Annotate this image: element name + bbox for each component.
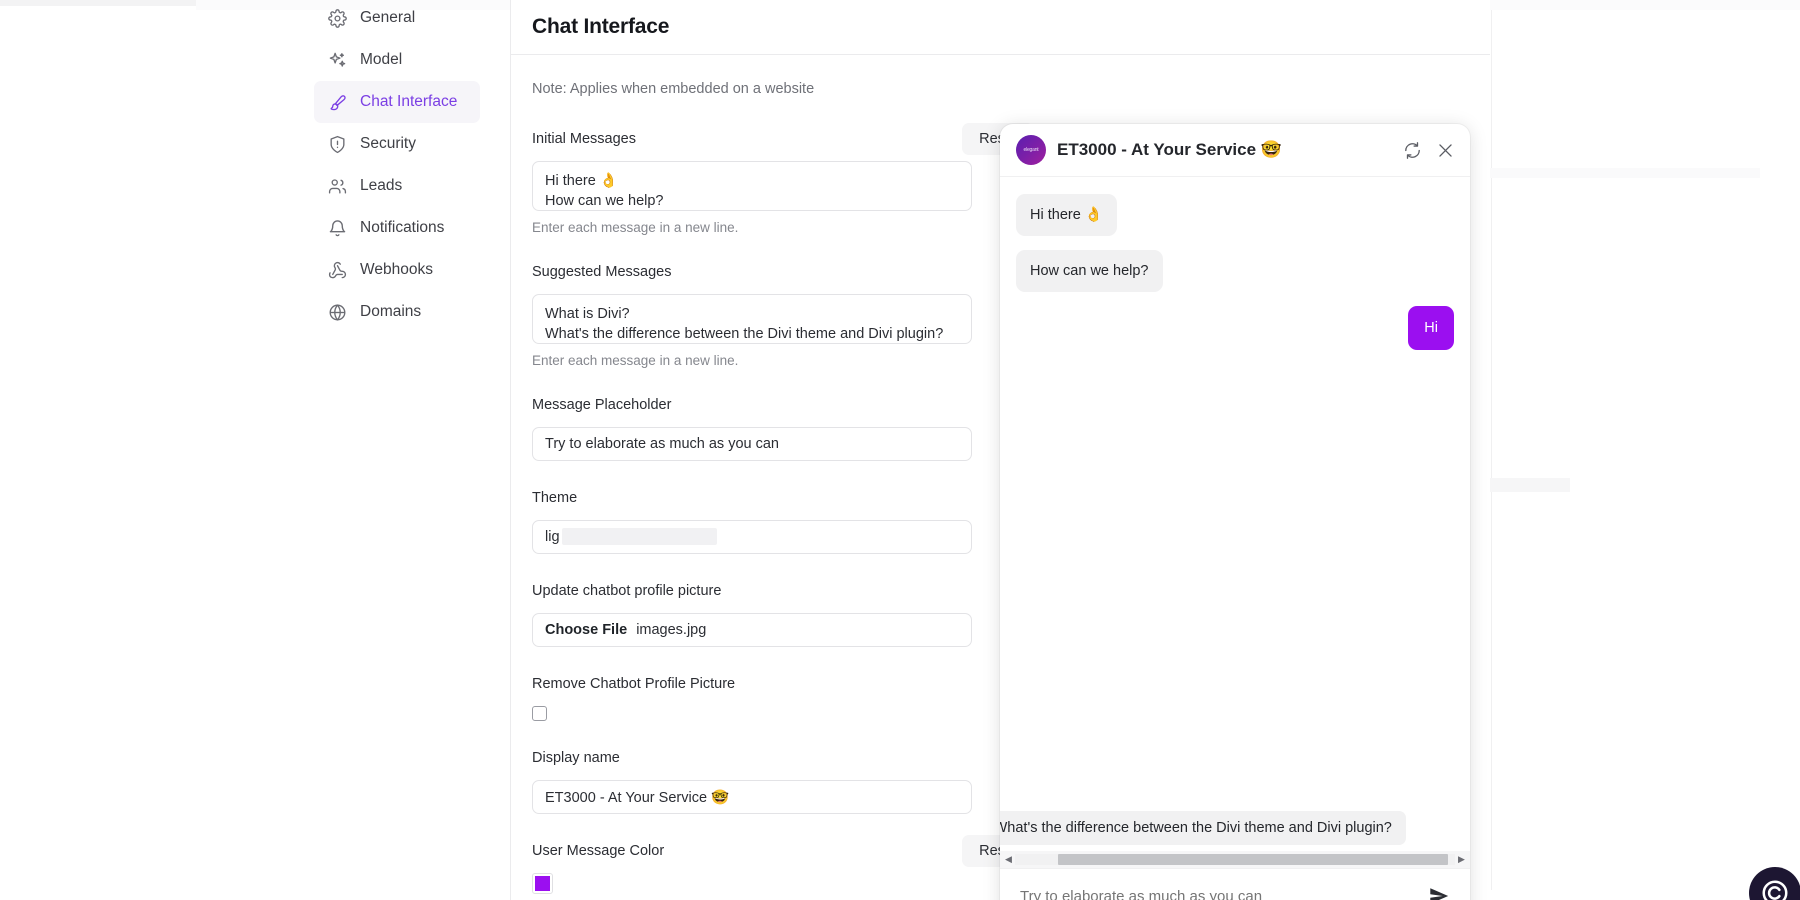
user-message-color-swatch[interactable] bbox=[532, 873, 553, 894]
avatar-text: elegant bbox=[1023, 147, 1038, 153]
suggested-chips-row: What is Divi? What's the difference betw… bbox=[1000, 811, 1470, 851]
suggested-chip[interactable]: What's the difference between the Divi t… bbox=[1000, 811, 1406, 845]
field-label: Suggested Messages bbox=[532, 264, 671, 280]
field-suggested-messages: Suggested Messages What is Divi? What's … bbox=[532, 261, 972, 368]
choose-file-button[interactable]: Choose File bbox=[545, 622, 627, 638]
send-icon[interactable] bbox=[1428, 885, 1452, 900]
scrollbar-thumb[interactable] bbox=[1058, 854, 1448, 865]
bell-icon bbox=[328, 219, 347, 238]
embed-note: Note: Applies when embedded on a website bbox=[532, 81, 1469, 97]
field-header: Initial Messages Reset bbox=[532, 128, 972, 150]
initial-messages-textarea[interactable]: Hi there 👌 How can we help? bbox=[532, 161, 972, 211]
bot-message-bubble: Hi there 👌 bbox=[1016, 194, 1117, 236]
background-strip-top-left bbox=[0, 0, 196, 6]
sidebar-item-leads[interactable]: Leads bbox=[314, 165, 480, 207]
field-header: Display name bbox=[532, 747, 972, 769]
field-label: Message Placeholder bbox=[532, 397, 671, 413]
close-icon[interactable] bbox=[1434, 139, 1456, 161]
sidebar-item-domains[interactable]: Domains bbox=[314, 291, 480, 333]
users-icon bbox=[328, 177, 347, 196]
sidebar-item-label: Webhooks bbox=[360, 261, 433, 279]
sidebar-item-label: Notifications bbox=[360, 219, 444, 237]
sparkles-icon bbox=[328, 51, 347, 70]
field-header: Message Placeholder bbox=[532, 394, 972, 416]
field-profile-picture: Update chatbot profile picture Choose Fi… bbox=[532, 580, 972, 647]
page-title: Chat Interface bbox=[532, 15, 669, 39]
scrollbar-track[interactable] bbox=[1015, 854, 1455, 865]
field-label: Display name bbox=[532, 750, 620, 766]
chat-widget-footer bbox=[1000, 868, 1470, 900]
bot-message-bubble: How can we help? bbox=[1016, 250, 1163, 292]
chat-widget-header: elegant ET3000 - At Your Service 🤓 bbox=[1000, 124, 1470, 177]
field-label: Theme bbox=[532, 490, 577, 506]
background-vertical-divider bbox=[1491, 10, 1492, 890]
chat-message-input[interactable] bbox=[1020, 888, 1418, 900]
field-header: Remove Chatbot Profile Picture bbox=[532, 673, 972, 695]
gear-icon bbox=[328, 9, 347, 28]
sidebar-item-label: Domains bbox=[360, 303, 421, 321]
webhook-icon bbox=[328, 261, 347, 280]
avatar: elegant bbox=[1016, 135, 1046, 165]
sidebar-item-notifications[interactable]: Notifications bbox=[314, 207, 480, 249]
field-remove-profile-picture: Remove Chatbot Profile Picture bbox=[532, 673, 972, 721]
sidebar-item-webhooks[interactable]: Webhooks bbox=[314, 249, 480, 291]
theme-input-wrapper bbox=[532, 520, 972, 554]
chat-widget-title: ET3000 - At Your Service 🤓 bbox=[1057, 140, 1390, 160]
field-theme: Theme bbox=[532, 487, 972, 554]
field-label: Update chatbot profile picture bbox=[532, 583, 721, 599]
shield-icon bbox=[328, 135, 347, 154]
color-swatch-fill bbox=[535, 876, 550, 891]
suggested-messages-hint: Enter each message in a new line. bbox=[532, 353, 972, 368]
initial-messages-hint: Enter each message in a new line. bbox=[532, 220, 972, 235]
field-label: Remove Chatbot Profile Picture bbox=[532, 676, 735, 692]
selected-file-name: images.jpg bbox=[636, 622, 706, 638]
sidebar-item-label: General bbox=[360, 9, 415, 27]
paintbrush-icon bbox=[328, 93, 347, 112]
suggested-chips: What is Divi? What's the difference betw… bbox=[1000, 811, 1470, 845]
sidebar-item-chat-interface[interactable]: Chat Interface bbox=[314, 81, 480, 123]
background-strip-right-upper bbox=[1480, 168, 1760, 178]
sidebar-item-label: Chat Interface bbox=[360, 93, 457, 111]
user-message-bubble: Hi bbox=[1408, 306, 1454, 350]
sidebar-nav-list: General Model Chat Interface Security bbox=[300, 0, 480, 333]
field-label: Initial Messages bbox=[532, 131, 636, 147]
suggested-chips-scrollbar[interactable]: ◀ ▶ bbox=[1000, 851, 1470, 868]
field-initial-messages: Initial Messages Reset Hi there 👌 How ca… bbox=[532, 128, 972, 235]
field-label: User Message Color bbox=[532, 843, 664, 859]
field-header: Update chatbot profile picture bbox=[532, 580, 972, 602]
field-header: Suggested Messages bbox=[532, 261, 972, 283]
app-root: General Model Chat Interface Security bbox=[0, 0, 1800, 900]
scrollbar-right-arrow[interactable]: ▶ bbox=[1455, 854, 1468, 865]
chat-widget-preview: elegant ET3000 - At Your Service 🤓 Hi th… bbox=[1000, 124, 1470, 900]
field-header: Theme bbox=[532, 487, 972, 509]
refresh-icon[interactable] bbox=[1401, 139, 1423, 161]
chat-message-list: Hi there 👌 How can we help? Hi bbox=[1000, 177, 1470, 811]
theme-selection-highlight bbox=[562, 528, 717, 545]
profile-picture-file-input[interactable]: Choose File images.jpg bbox=[532, 613, 972, 647]
sidebar-item-general[interactable]: General bbox=[314, 0, 480, 39]
field-user-message-color: User Message Color Reset bbox=[532, 840, 972, 894]
display-name-input[interactable] bbox=[532, 780, 972, 814]
sidebar-item-model[interactable]: Model bbox=[314, 39, 480, 81]
panel-header: Chat Interface bbox=[511, 0, 1490, 55]
globe-icon bbox=[328, 303, 347, 322]
sidebar-item-label: Leads bbox=[360, 177, 402, 195]
sidebar-item-label: Model bbox=[360, 51, 402, 69]
field-message-placeholder: Message Placeholder bbox=[532, 394, 972, 461]
field-display-name: Display name bbox=[532, 747, 972, 814]
message-placeholder-input[interactable] bbox=[532, 427, 972, 461]
suggested-messages-textarea[interactable]: What is Divi? What's the difference betw… bbox=[532, 294, 972, 344]
chat-bubble-icon[interactable] bbox=[1749, 867, 1800, 900]
field-header: User Message Color Reset bbox=[532, 840, 972, 862]
scrollbar-left-arrow[interactable]: ◀ bbox=[1002, 854, 1015, 865]
sidebar-item-security[interactable]: Security bbox=[314, 123, 480, 165]
sidebar-item-label: Security bbox=[360, 135, 416, 153]
remove-profile-picture-checkbox[interactable] bbox=[532, 706, 547, 721]
